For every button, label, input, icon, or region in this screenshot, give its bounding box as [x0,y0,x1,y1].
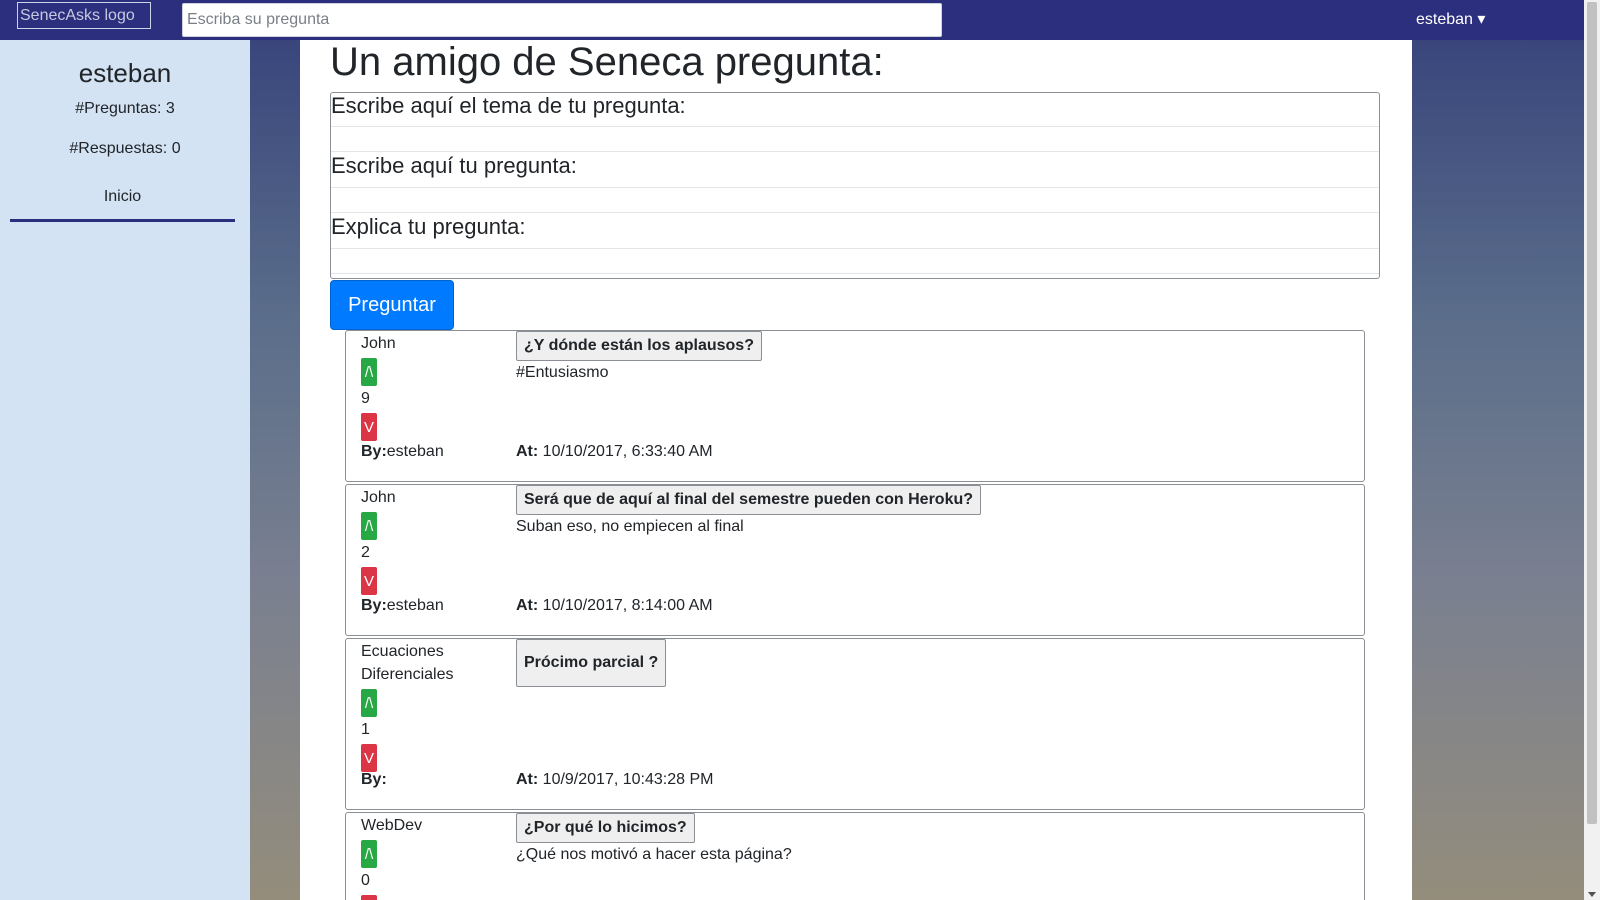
search-input[interactable] [182,3,942,37]
question-meta: Ecuaciones Diferenciales /\ 1 V [361,639,501,772]
question-author: By:esteban [361,443,444,461]
by-label: By: [361,443,387,460]
question-card: John /\ 9 V By:esteban ¿Y dónde están lo… [345,330,1365,482]
question-category: John [361,335,396,352]
page-title: Un amigo de Seneca pregunta: [330,40,884,84]
question-score: 1 [361,721,370,738]
sidebar-username: esteban [78,58,172,88]
question-body: Suban eso, no empiecen al final [516,518,744,535]
upvote-button[interactable]: /\ [361,512,377,540]
app-window: SenecAsks logo esteban ▾ esteban #Pregun… [0,0,1600,900]
question-field[interactable] [331,187,1379,213]
question-title-button[interactable]: ¿Por qué lo hicimos? [516,813,695,843]
ask-question-form: Escribe aquí el tema de tu pregunta: Esc… [330,92,1380,279]
question-category: Ecuaciones Diferenciales [361,643,454,683]
date-value: 10/10/2017, 6:33:40 AM [538,443,713,460]
at-label: At: [516,597,539,614]
top-navbar: SenecAsks logo esteban ▾ [0,0,1584,40]
question-body: #Entusiasmo [516,364,609,381]
question-body: ¿Qué nos motivó a hacer esta página? [516,846,792,863]
topic-label: Escribe aquí el tema de tu pregunta: [331,93,686,118]
question-label: Escribe aquí tu pregunta: [331,153,577,178]
question-score: 2 [361,544,370,561]
question-title-button[interactable]: Será que de aquí al final del semestre p… [516,485,982,515]
author-name: esteban [386,597,444,614]
answers-count: #Respuestas: 0 [69,140,181,157]
question-date: At: 10/9/2017, 10:43:28 PM [516,771,713,789]
question-date: At: 10/10/2017, 6:33:40 AM [516,443,713,461]
page-scrollbar[interactable] [1584,0,1600,900]
question-date: At: 10/10/2017, 8:14:00 AM [516,597,713,615]
by-label: By: [361,771,387,788]
upvote-button[interactable]: /\ [361,840,377,868]
question-card: WebDev /\ 0 V ¿Por qué lo hicimos? ¿Qué … [345,812,1365,900]
topic-field[interactable] [331,126,1379,152]
explain-field[interactable] [331,248,1379,274]
question-category: WebDev [361,817,423,834]
author-name: esteban [386,443,444,460]
date-value: 10/9/2017, 10:43:28 PM [538,771,714,788]
question-title-button[interactable]: Prócimo parcial ? [516,639,667,687]
downvote-button[interactable]: V [361,744,377,772]
sidebar: esteban #Preguntas: 3 #Respuestas: 0 Ini… [0,40,250,900]
scrollbar-thumb[interactable] [1587,2,1597,824]
downvote-button[interactable]: V [361,895,377,900]
question-title-button[interactable]: ¿Y dónde están los aplausos? [516,331,762,361]
logo-image[interactable]: SenecAsks logo [17,2,151,29]
sidebar-item-inicio[interactable]: Inicio [10,188,235,210]
downvote-button[interactable]: V [361,567,377,595]
at-label: At: [516,771,539,788]
downvote-button[interactable]: V [361,413,377,441]
question-meta: John /\ 2 V [361,485,501,595]
question-card: Ecuaciones Diferenciales /\ 1 V By: Próc… [345,638,1365,810]
user-menu-dropdown[interactable]: esteban ▾ [1416,9,1485,29]
explain-label: Explica tu pregunta: [331,214,526,239]
question-meta: John /\ 9 V [361,331,501,441]
scroll-down-arrow-icon[interactable] [1588,892,1596,897]
date-value: 10/10/2017, 8:14:00 AM [538,597,713,614]
at-label: At: [516,443,539,460]
by-label: By: [361,597,387,614]
question-author: By:esteban [361,597,444,615]
main-content: Un amigo de Seneca pregunta: Escribe aqu… [300,40,1412,900]
questions-count: #Preguntas: 3 [75,100,175,117]
question-meta: WebDev /\ 0 V [361,813,501,900]
ask-button[interactable]: Preguntar [330,280,454,330]
question-author: By: [361,771,387,789]
upvote-button[interactable]: /\ [361,358,377,386]
question-score: 9 [361,390,370,407]
upvote-button[interactable]: /\ [361,689,377,717]
sidebar-active-underline [10,219,235,222]
question-category: John [361,489,396,506]
question-card: John /\ 2 V By:esteban Será que de aquí … [345,484,1365,636]
question-score: 0 [361,872,370,889]
